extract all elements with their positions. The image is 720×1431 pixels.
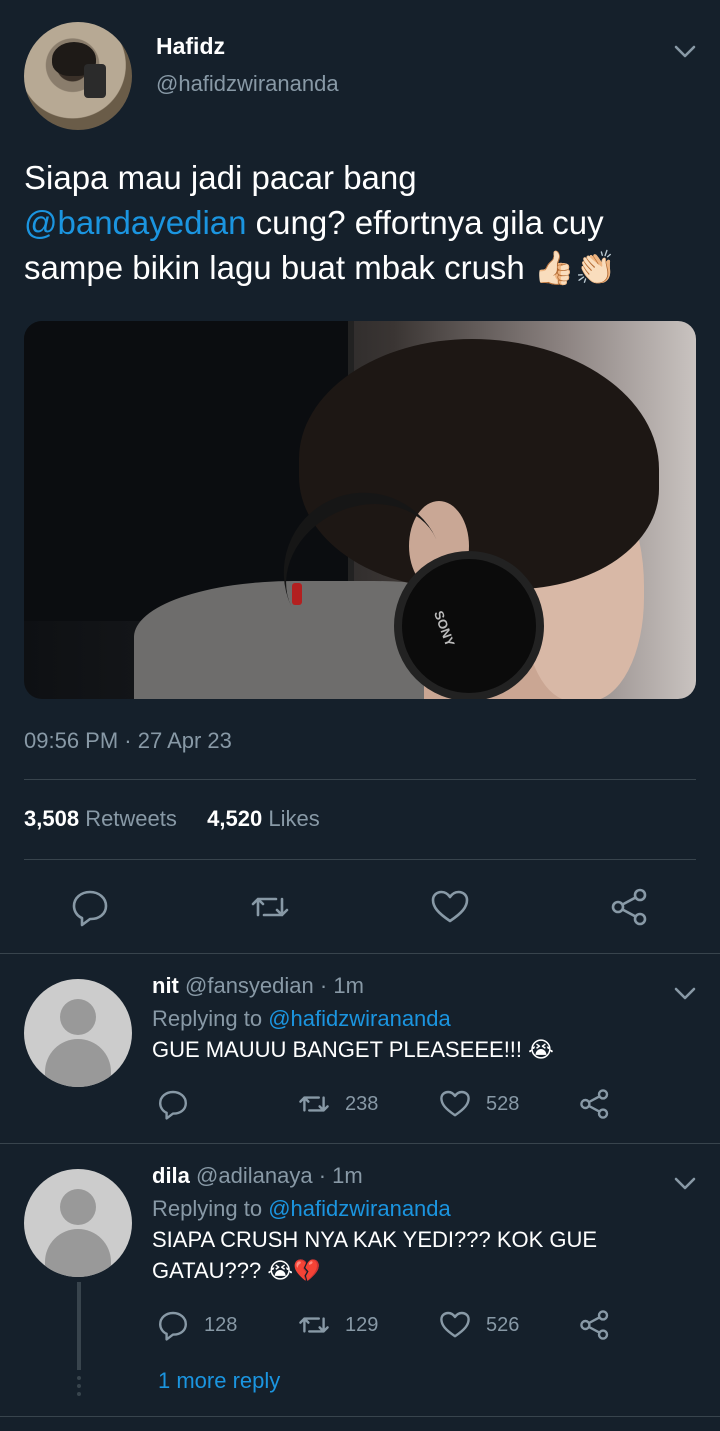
tweet-photo[interactable]: SONY [24, 321, 696, 699]
tweet-text-line-1: Siapa mau jadi pacar bang [24, 159, 417, 196]
chevron-down-icon[interactable] [672, 38, 698, 64]
mention-link[interactable]: @bandayedian [24, 204, 247, 241]
replying-to-prefix: Replying to [152, 1006, 263, 1031]
reply-author-name[interactable]: nit [152, 973, 179, 998]
reply-icon[interactable] [70, 887, 110, 927]
reply-header: nit @fansyedian · 1m [152, 973, 364, 999]
divider [24, 859, 696, 860]
reply-header: dila @adilanaya · 1m [152, 1163, 363, 1189]
reply-text-line-2: GATAU??? 😭💔 [152, 1258, 321, 1283]
divider [24, 779, 696, 780]
reply-avatar[interactable] [24, 1169, 132, 1277]
reply-author-handle[interactable]: @adilanaya [196, 1163, 313, 1188]
tweet-text-line-3: sampe bikin lagu buat mbak crush 👍🏻👏🏻 [24, 249, 617, 286]
reply-icon[interactable] [157, 1088, 189, 1120]
likes-stat[interactable]: 4,520 Likes [207, 806, 320, 831]
retweet-icon[interactable] [297, 1088, 331, 1120]
reply-text: GUE MAUUU BANGET PLEASEEE!!! 😭 [152, 1034, 682, 1065]
thread-dot [77, 1376, 81, 1380]
likes-count: 4,520 [207, 806, 263, 831]
tweet-timestamp: 09:56 PM · 27 Apr 23 [24, 728, 232, 753]
thread-line [77, 1282, 81, 1370]
author-handle[interactable]: @hafidzwirananda [156, 71, 339, 97]
reply-avatar[interactable] [24, 979, 132, 1087]
share-icon[interactable] [579, 1309, 611, 1341]
retweet-count: 238 [345, 1093, 379, 1115]
like-count: 526 [486, 1314, 520, 1336]
divider [0, 953, 720, 954]
retweets-label: Retweets [85, 806, 177, 831]
divider [0, 1143, 720, 1144]
likes-label: Likes [268, 806, 320, 831]
tweet-stats: 3,508 Retweets 4,520 Likes [24, 806, 320, 832]
reply-count: 128 [204, 1314, 238, 1336]
reply-text: SIAPA CRUSH NYA KAK YEDI??? KOK GUE GATA… [152, 1224, 682, 1286]
share-icon[interactable] [610, 887, 650, 927]
more-reply-link[interactable]: 1 more reply [158, 1368, 280, 1394]
replying-to-prefix: Replying to [152, 1196, 263, 1221]
like-icon[interactable] [430, 887, 470, 927]
retweet-icon[interactable] [297, 1309, 331, 1341]
retweets-stat[interactable]: 3,508 Retweets [24, 806, 177, 831]
divider [0, 1416, 720, 1417]
replying-to-handle[interactable]: @hafidzwirananda [268, 1196, 451, 1221]
reply-time: · 1m [319, 973, 364, 998]
thread-dot [77, 1384, 81, 1388]
replying-to-handle[interactable]: @hafidzwirananda [268, 1006, 451, 1031]
like-icon[interactable] [438, 1088, 472, 1120]
reply-icon[interactable] [157, 1309, 189, 1341]
tweet-text-line-2-rest: cung? effortnya gila cuy [246, 204, 604, 241]
retweet-icon[interactable] [250, 887, 290, 927]
replying-to: Replying to @hafidzwirananda [152, 1006, 451, 1032]
reply-text-line-1: SIAPA CRUSH NYA KAK YEDI??? KOK GUE [152, 1227, 598, 1252]
tweet-text: Siapa mau jadi pacar bang @bandayedian c… [24, 155, 696, 290]
reply-text-line-1: GUE MAUUU BANGET PLEASEEE!!! 😭 [152, 1037, 554, 1062]
retweets-count: 3,508 [24, 806, 80, 831]
thread-dot [77, 1392, 81, 1396]
chevron-down-icon[interactable] [672, 1170, 698, 1196]
like-count: 528 [486, 1093, 520, 1115]
reply-author-name[interactable]: dila [152, 1163, 190, 1188]
replying-to: Replying to @hafidzwirananda [152, 1196, 451, 1222]
like-icon[interactable] [438, 1309, 472, 1341]
author-name[interactable]: Hafidz [156, 33, 225, 60]
author-avatar[interactable] [24, 22, 132, 130]
reply-author-handle[interactable]: @fansyedian [185, 973, 314, 998]
retweet-count: 129 [345, 1314, 379, 1336]
chevron-down-icon[interactable] [672, 980, 698, 1006]
share-icon[interactable] [579, 1088, 611, 1120]
tweet-text-line-2: @bandayedian cung? effortnya gila cuy [24, 200, 696, 245]
reply-time: · 1m [318, 1163, 363, 1188]
